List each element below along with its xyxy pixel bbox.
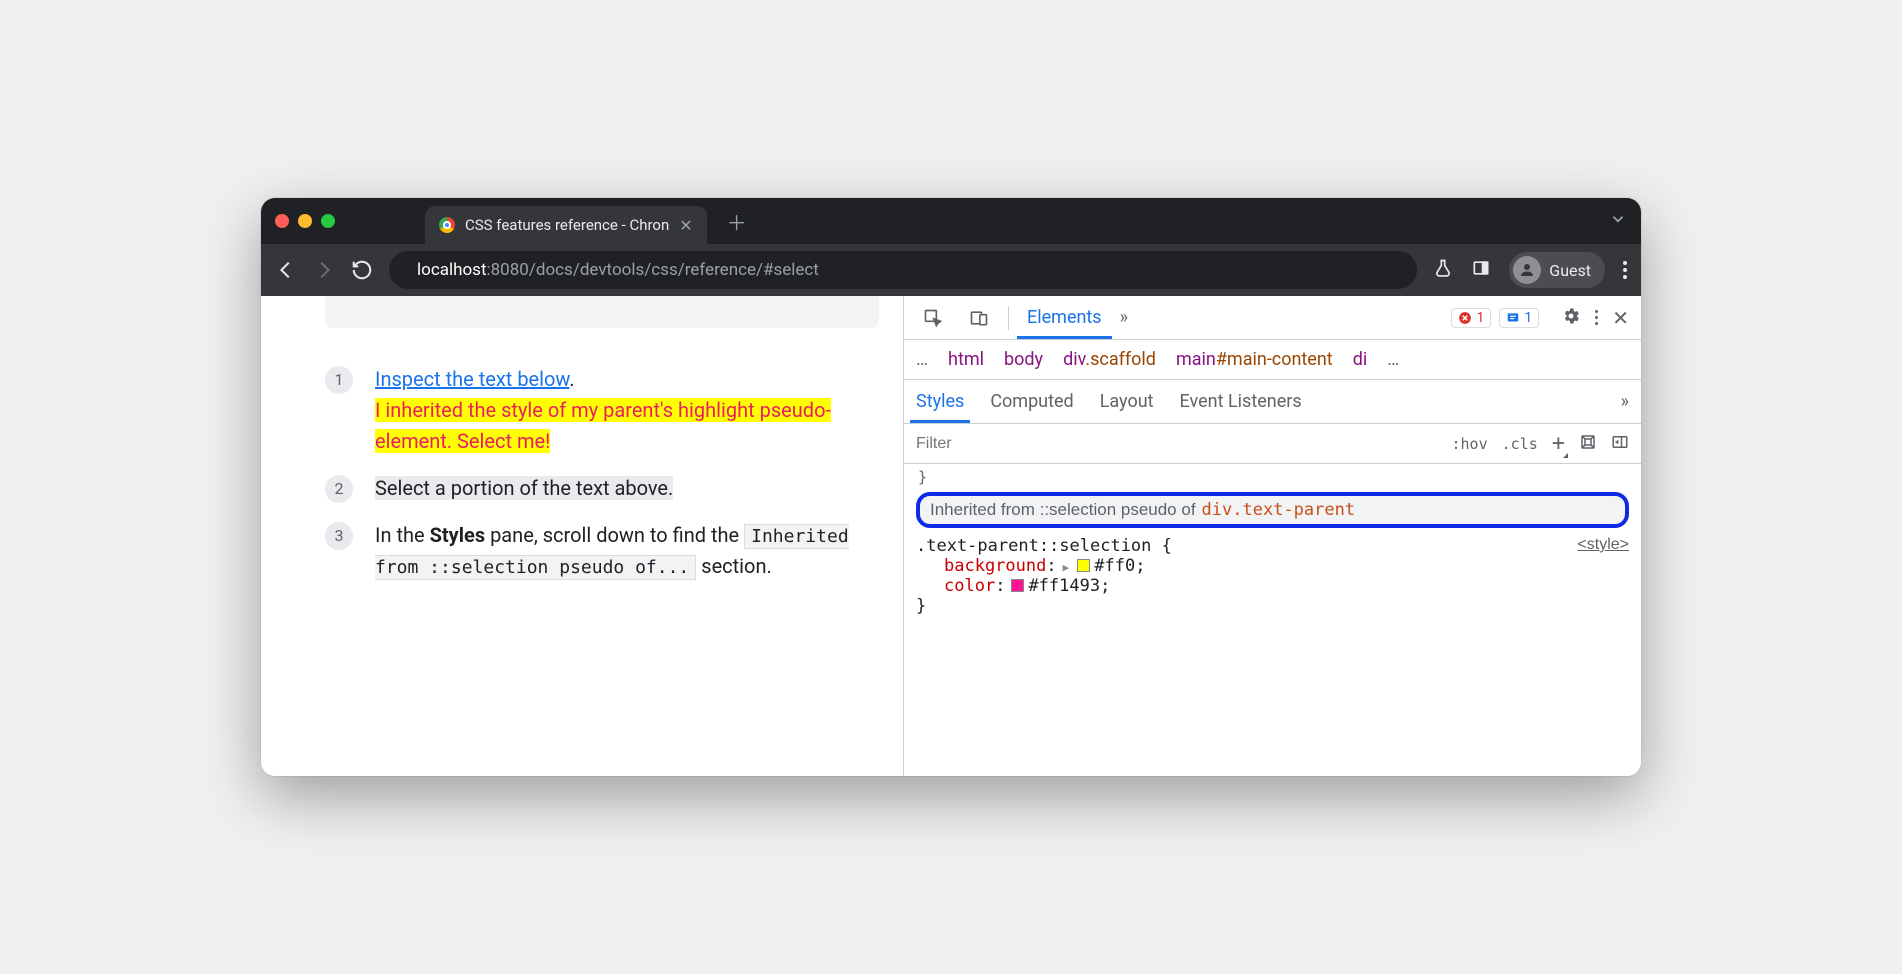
error-badge[interactable]: 1 bbox=[1451, 308, 1491, 328]
dom-breadcrumb[interactable]: … html body div.scaffold main#main-conte… bbox=[904, 340, 1641, 380]
inspect-element-icon[interactable] bbox=[916, 301, 950, 335]
devtools-menu-button[interactable] bbox=[1595, 310, 1598, 325]
new-style-rule-button[interactable]: + bbox=[1552, 431, 1565, 456]
profile-label: Guest bbox=[1549, 261, 1591, 280]
issues-badge[interactable]: 1 bbox=[1499, 308, 1539, 328]
close-devtools-icon[interactable]: ✕ bbox=[1612, 306, 1629, 330]
step-number: 3 bbox=[325, 522, 353, 550]
page-header-greybox bbox=[325, 296, 879, 328]
styles-pane: } Inherited from ::selection pseudo of d… bbox=[904, 464, 1641, 776]
breadcrumb-scroll-right[interactable]: … bbox=[1387, 349, 1399, 370]
devtools-main-tabbar: Elements » 1 1 bbox=[904, 296, 1641, 340]
crumb-body[interactable]: body bbox=[1004, 349, 1043, 370]
profile-chip[interactable]: Guest bbox=[1509, 252, 1605, 288]
tab-search-button[interactable] bbox=[1609, 213, 1627, 232]
browser-window: CSS features reference - Chron ✕ ＋ bbox=[261, 198, 1641, 776]
crumb-div-scaffold[interactable]: div.scaffold bbox=[1063, 349, 1156, 370]
browser-toolbar: localhost:8080/docs/devtools/css/referen… bbox=[261, 244, 1641, 296]
breadcrumb-scroll-left[interactable]: … bbox=[916, 349, 928, 370]
crumb-html[interactable]: html bbox=[948, 349, 984, 370]
chrome-favicon bbox=[439, 217, 455, 233]
tab-title: CSS features reference - Chron bbox=[465, 216, 669, 234]
step-number: 2 bbox=[325, 475, 353, 503]
close-tab-icon[interactable]: ✕ bbox=[679, 216, 692, 235]
chrome-tab-strip-area: CSS features reference - Chron ✕ ＋ bbox=[261, 198, 1641, 296]
tab-layout[interactable]: Layout bbox=[1100, 381, 1154, 422]
issues-icon bbox=[1506, 311, 1520, 325]
step-3: 3 In the Styles pane, scroll down to fin… bbox=[325, 520, 879, 582]
reload-button[interactable] bbox=[351, 259, 373, 281]
minimize-window-button[interactable] bbox=[298, 214, 312, 228]
labs-icon[interactable] bbox=[1433, 258, 1453, 282]
inspect-link[interactable]: Inspect the text below bbox=[375, 367, 569, 391]
styles-tabbar: Styles Computed Layout Event Listeners » bbox=[904, 380, 1641, 424]
declaration-color[interactable]: color:#ff1493; bbox=[916, 576, 1629, 596]
rule-close-brace: } bbox=[916, 596, 1629, 616]
computed-sidebar-icon[interactable] bbox=[1579, 433, 1597, 455]
tab-event-listeners[interactable]: Event Listeners bbox=[1180, 381, 1302, 422]
new-tab-button[interactable]: ＋ bbox=[727, 207, 747, 236]
step-2: 2 Select a portion of the text above. bbox=[325, 473, 879, 504]
rule-fragment-close: } bbox=[916, 468, 1629, 486]
styles-bold: Styles bbox=[430, 523, 486, 547]
browser-menu-button[interactable] bbox=[1623, 261, 1627, 279]
css-rule: .text-parent::selection { <style> backgr… bbox=[916, 536, 1629, 616]
page-viewport: 1 Inspect the text below. I inherited th… bbox=[261, 296, 903, 776]
expand-shorthand-icon[interactable]: ▶ bbox=[1063, 561, 1070, 574]
crumb-main-content[interactable]: main#main-content bbox=[1176, 349, 1333, 370]
settings-icon[interactable] bbox=[1561, 306, 1581, 330]
window-controls bbox=[275, 214, 335, 228]
declaration-background[interactable]: background:▶#ff0; bbox=[916, 556, 1629, 576]
hov-toggle[interactable]: :hov bbox=[1452, 435, 1488, 453]
forward-button[interactable] bbox=[313, 259, 335, 281]
step-2-text: Select a portion of the text above. bbox=[375, 476, 673, 500]
step-1: 1 Inspect the text below. I inherited th… bbox=[325, 364, 879, 457]
inherited-from-bar[interactable]: Inherited from ::selection pseudo of div… bbox=[916, 492, 1629, 528]
toggle-sidebar-icon[interactable] bbox=[1611, 433, 1629, 455]
panel-icon[interactable] bbox=[1471, 258, 1491, 282]
device-toolbar-icon[interactable] bbox=[962, 301, 996, 335]
rule-selector[interactable]: .text-parent::selection { bbox=[916, 536, 1172, 556]
browser-tab[interactable]: CSS features reference - Chron ✕ bbox=[425, 206, 707, 244]
tab-styles[interactable]: Styles bbox=[916, 381, 964, 422]
cls-toggle[interactable]: .cls bbox=[1502, 435, 1538, 453]
content-area: 1 Inspect the text below. I inherited th… bbox=[261, 296, 1641, 776]
maximize-window-button[interactable] bbox=[321, 214, 335, 228]
styles-tabs-overflow[interactable]: » bbox=[1621, 391, 1629, 412]
highlighted-sample-text[interactable]: I inherited the style of my parent's hig… bbox=[375, 398, 831, 453]
color-swatch[interactable] bbox=[1077, 559, 1090, 572]
tab-computed[interactable]: Computed bbox=[990, 381, 1073, 422]
error-icon bbox=[1458, 311, 1472, 325]
avatar-icon bbox=[1513, 256, 1541, 284]
step-number: 1 bbox=[325, 366, 353, 394]
tab-elements[interactable]: Elements bbox=[1021, 297, 1108, 338]
crumb-di[interactable]: di bbox=[1353, 349, 1368, 370]
styles-filter-row: :hov .cls + bbox=[904, 424, 1641, 464]
devtools-panel: Elements » 1 1 bbox=[903, 296, 1641, 776]
rule-source-link[interactable]: <style> bbox=[1577, 536, 1629, 554]
address-bar[interactable]: localhost:8080/docs/devtools/css/referen… bbox=[389, 251, 1417, 289]
styles-filter-input[interactable] bbox=[904, 424, 1440, 463]
close-window-button[interactable] bbox=[275, 214, 289, 228]
url-host: localhost:8080/docs/devtools/css/referen… bbox=[417, 260, 819, 280]
main-tabs-overflow[interactable]: » bbox=[1120, 307, 1128, 328]
color-swatch[interactable] bbox=[1011, 579, 1024, 592]
back-button[interactable] bbox=[275, 259, 297, 281]
